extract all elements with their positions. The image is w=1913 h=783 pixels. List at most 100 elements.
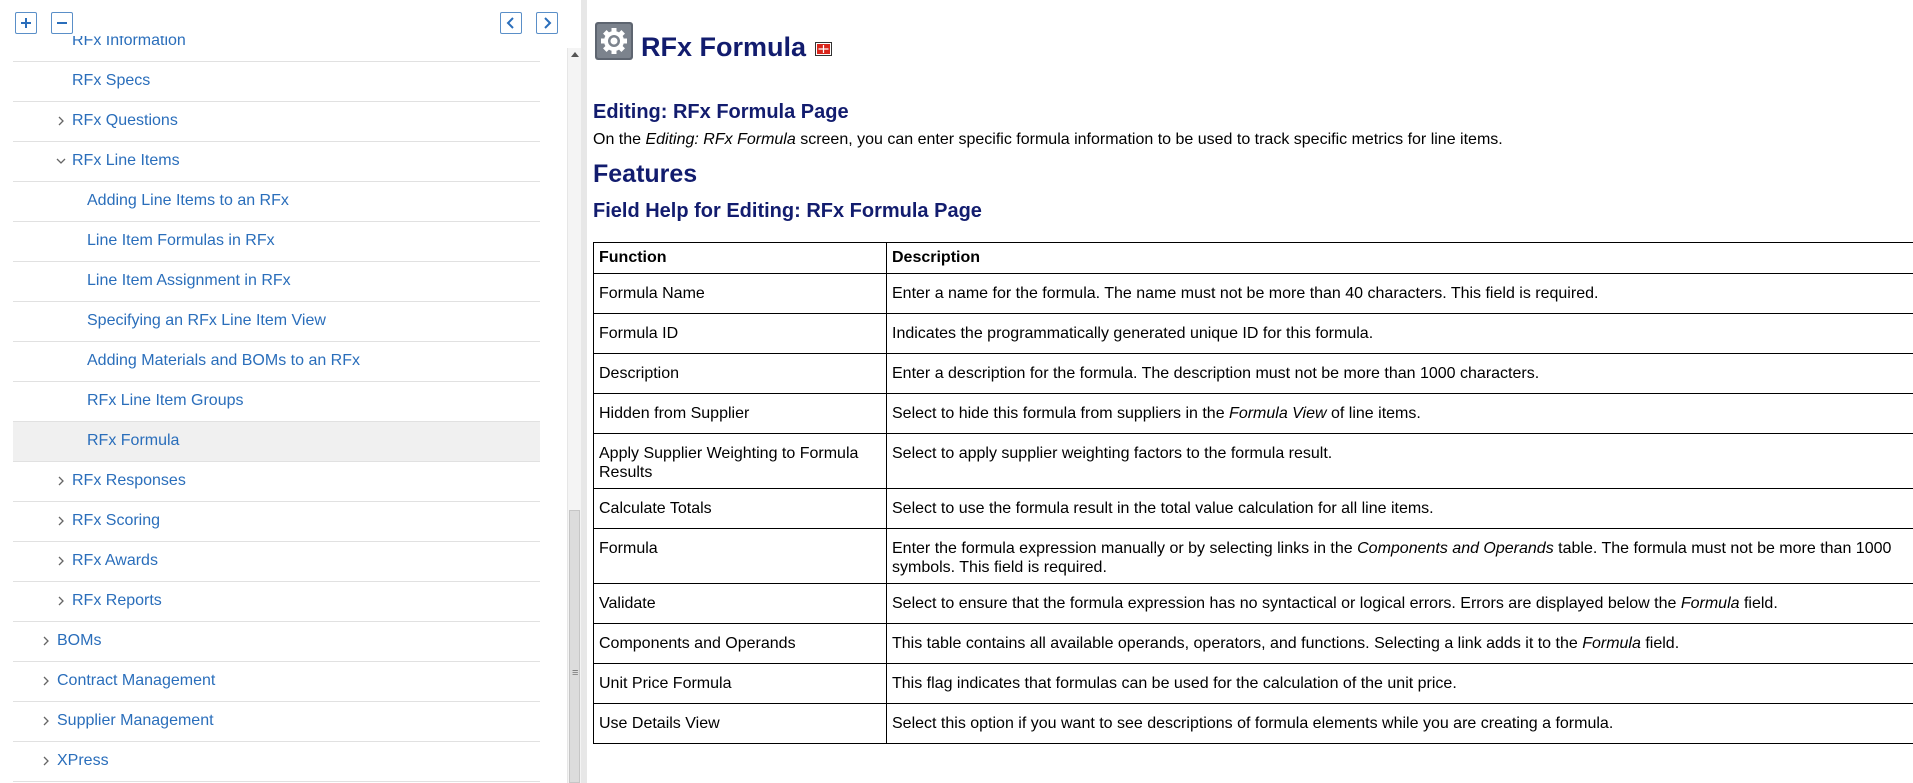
editing-heading: Editing: RFx Formula Page [593,101,849,123]
chevron-right-icon[interactable] [55,515,67,527]
function-cell: Components and Operands [593,623,887,664]
toc-item-label: RFx Responses [72,472,186,489]
description-text: Select this option if you want to see de… [892,715,1614,732]
gear-icon [595,22,633,60]
chevron-right-icon[interactable] [55,595,67,607]
chevron-down-icon[interactable] [55,155,67,167]
chevron-right-icon[interactable] [55,115,67,127]
description-text: of line items. [1326,405,1421,422]
toc-item[interactable]: RFx Scoring [13,502,540,542]
table-row: Components and Operands This table contai… [593,623,1913,664]
table-row: Formula Name Enter a name for the formula… [593,273,1913,314]
splitter-grip-icon[interactable]: ≡ [572,668,578,679]
toc-item-label: XPress [57,752,109,769]
description-cell: Select to apply supplier weighting facto… [886,433,1913,489]
description-cell: Select to ensure that the formula expres… [886,583,1913,624]
toc-item[interactable]: RFx Line Items [13,142,540,182]
description-cell: Enter a name for the formula. The name m… [886,273,1913,314]
column-header-function: Function [593,242,887,274]
function-cell: Hidden from Supplier [593,393,887,434]
table-row: Calculate Totals Select to use the formul… [593,488,1913,529]
toc-item[interactable]: RFx Questions [13,102,540,142]
toc-item-label: Adding Line Items to an RFx [87,192,289,209]
toc-item-label: Specifying an RFx Line Item View [87,312,326,329]
intro-text: On the [593,131,646,148]
description-emphasis: Formula [1582,635,1641,652]
toc-item-label: RFx Awards [72,552,158,569]
description-text: This table contains all available operan… [892,635,1583,652]
toc-item[interactable]: RFx Specs [13,62,540,102]
toc-item[interactable]: RFx Reports [13,582,540,622]
function-cell: Unit Price Formula [593,663,887,704]
next-topic-button[interactable] [536,12,558,34]
previous-topic-button[interactable] [500,12,522,34]
table-row: Unit Price Formula This flag indicates th… [593,663,1913,704]
chevron-right-icon[interactable] [55,555,67,567]
scroll-up-arrow-icon[interactable] [571,52,579,57]
table-row: Formula ID Indicates the programmatically… [593,313,1913,354]
function-cell: Formula Name [593,273,887,314]
toc-item[interactable]: RFx Awards [13,542,540,582]
page-title: RFx Formula [641,32,807,62]
column-header-description: Description [886,242,1913,274]
toc-item[interactable]: Line Item Assignment in RFx [13,262,540,302]
toc-item[interactable]: Adding Line Items to an RFx [13,182,540,222]
description-text: Select to ensure that the formula expres… [892,595,1681,612]
intro-text-end: screen, you can enter specific formula i… [795,131,1503,148]
expand-all-button[interactable] [15,12,37,34]
table-header-row: Function Description [593,242,1913,274]
table-row: Hidden from Supplier Select to hide this … [593,393,1913,434]
arrow-left-icon [506,17,514,29]
scroll-thumb[interactable] [569,510,580,783]
toc-item-label: RFx Information [72,36,186,49]
toc-item-label: RFx Formula [87,432,180,449]
toc-item-label: RFx Scoring [72,512,161,529]
description-text: Enter the formula expression manually or… [892,540,1358,557]
chevron-right-icon[interactable] [40,715,52,727]
toc-item[interactable]: XPress [13,742,540,782]
toc-item[interactable]: Specifying an RFx Line Item View [13,302,540,342]
toc-tree: RFx Information RFx Specs RFx Questions RFx… [13,36,540,783]
toc-item-label: Line Item Formulas in RFx [87,232,275,249]
table-body: Formula Name Enter a name for the formula… [593,273,1913,744]
intro-paragraph: On the Editing: RFx Formula screen, you … [593,131,1503,149]
table-row: Apply Supplier Weighting to Formula Resu… [593,433,1913,489]
description-text: Select to apply supplier weighting facto… [892,445,1333,462]
function-cell: Apply Supplier Weighting to Formula Resu… [593,433,887,489]
description-cell: Select to use the formula result in the … [886,488,1913,529]
toc-item[interactable]: Line Item Formulas in RFx [13,222,540,262]
toc-item[interactable]: Adding Materials and BOMs to an RFx [13,342,540,382]
chevron-right-icon[interactable] [40,635,52,647]
description-emphasis: Components and Operands [1357,540,1554,557]
toc-item-label: Supplier Management [57,712,214,729]
minus-icon [57,22,67,24]
toc-item[interactable]: BOMs [13,622,540,662]
description-text: This flag indicates that formulas can be… [892,675,1457,692]
description-emphasis: Formula View [1229,405,1327,422]
toc-item-label: Contract Management [57,672,216,689]
toc-item[interactable]: RFx Formula [13,422,540,462]
toc-list: RFx Information RFx Specs RFx Questions RFx… [13,36,540,782]
collapse-all-button[interactable] [51,12,73,34]
features-heading: Features [593,160,698,188]
table-row: Description Enter a description for the f… [593,353,1913,394]
pdf-icon[interactable] [815,42,832,56]
toc-item[interactable]: RFx Line Item Groups [13,382,540,422]
chevron-right-icon[interactable] [55,475,67,487]
description-text: Select to hide this formula from supplie… [892,405,1230,422]
description-text: Enter a name for the formula. The name m… [892,285,1599,302]
toc-item[interactable]: Supplier Management [13,702,540,742]
pane-splitter[interactable] [581,0,587,783]
chevron-right-icon[interactable] [40,675,52,687]
plus-icon [21,18,31,28]
navigation-pane: RFx Information RFx Specs RFx Questions RFx… [0,0,568,783]
function-cell: Formula ID [593,313,887,354]
topic-content: RFx Formula Editing: RFx Formula Page On… [593,0,1913,783]
table-row: Use Details View Select this option if yo… [593,703,1913,744]
toc-item[interactable]: RFx Information [13,36,540,62]
toc-item[interactable]: RFx Responses [13,462,540,502]
toc-item[interactable]: Contract Management [13,662,540,702]
intro-emphasis: Editing: RFx Formula [645,131,796,148]
description-cell: This flag indicates that formulas can be… [886,663,1913,704]
chevron-right-icon[interactable] [40,755,52,767]
